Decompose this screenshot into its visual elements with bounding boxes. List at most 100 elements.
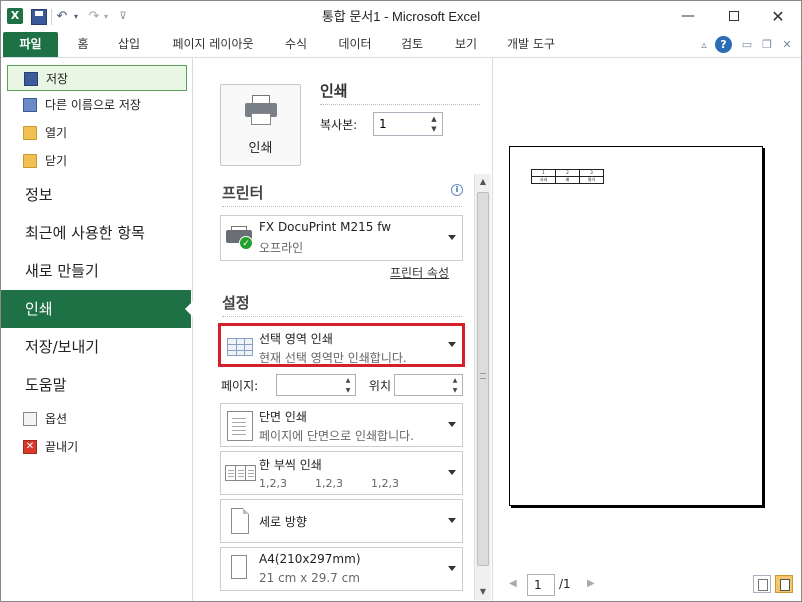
- maximize-button[interactable]: [711, 1, 757, 32]
- nav-open[interactable]: 열기: [7, 120, 187, 146]
- exit-icon: ✕: [23, 440, 37, 454]
- collate-dropdown[interactable]: 한 부씩 인쇄 1,2,3 1,2,3 1,2,3: [220, 451, 463, 495]
- pages-to-label: 위치: [368, 379, 391, 393]
- pages-from-stepper[interactable]: ▲ ▼: [276, 374, 356, 396]
- nav-options-label: 옵션: [45, 412, 68, 426]
- sides-arrow-icon: [448, 422, 456, 427]
- printer-dropdown[interactable]: ✓ FX DocuPrint M215 fw 오프라인: [220, 215, 463, 261]
- copies-input[interactable]: [374, 113, 426, 135]
- excel-window: X ↶ ▾ ↷ ▾ ⊽ 통합 문서1 - Microsoft Excel — ✕…: [0, 0, 802, 602]
- portrait-page-icon: [231, 508, 249, 534]
- tab-home[interactable]: 홈: [73, 32, 93, 57]
- printer-info-icon[interactable]: i: [451, 184, 463, 196]
- print-heading: 인쇄: [320, 82, 348, 100]
- orientation-dropdown[interactable]: 세로 방향: [220, 499, 463, 543]
- tab-insert[interactable]: 삽입: [114, 32, 144, 57]
- save-icon: [24, 72, 38, 86]
- sides-main: 단면 인쇄: [259, 410, 307, 424]
- collapse-ribbon-icon[interactable]: ▵: [697, 36, 711, 53]
- tab-view[interactable]: 보기: [451, 32, 481, 57]
- selection-grid-icon: [227, 338, 253, 356]
- close-folder-icon: [23, 154, 37, 168]
- settings-scrollbar[interactable]: ▲ ▼: [474, 174, 491, 600]
- scroll-down-icon[interactable]: ▼: [475, 584, 491, 600]
- nav-close-label: 닫기: [45, 154, 68, 168]
- print-preview: 1 2 3 사과 배 딸기 ◀ 1 /1 ▶: [492, 57, 801, 601]
- pages-to-down-icon[interactable]: ▼: [449, 386, 461, 395]
- copies-up-icon[interactable]: ▲: [428, 114, 440, 124]
- scroll-up-icon[interactable]: ▲: [475, 174, 491, 190]
- pages-label: 페이지:: [221, 379, 259, 393]
- pages-range-row: 페이지: ▲ ▼ 위치 ▲ ▼: [220, 374, 463, 398]
- print-button-label: 인쇄: [248, 141, 273, 156]
- settings-heading: 설정: [222, 294, 250, 312]
- scroll-grip-icon: [480, 373, 486, 379]
- printer-properties-link[interactable]: 프린터 속성: [390, 264, 449, 281]
- current-page-input[interactable]: 1: [527, 574, 555, 596]
- collate-sequence: 1,2,3 1,2,3 1,2,3: [259, 477, 427, 490]
- workbook-restore-icon[interactable]: ❐: [761, 36, 773, 53]
- sides-sub: 페이지에 단면으로 인쇄합니다.: [259, 429, 414, 443]
- next-page-icon[interactable]: ▶: [587, 578, 595, 589]
- minimize-button[interactable]: —: [665, 1, 711, 32]
- help-icon[interactable]: ?: [715, 36, 732, 53]
- print-scope-arrow-icon: [448, 342, 456, 347]
- pages-from-up-icon[interactable]: ▲: [342, 376, 354, 385]
- scroll-thumb[interactable]: [477, 192, 489, 566]
- preview-table: 1 2 3 사과 배 딸기: [531, 169, 604, 184]
- preview-cell: 사과: [531, 176, 556, 184]
- printer-divider: [222, 206, 462, 207]
- nav-exit-label: 끝내기: [45, 440, 79, 454]
- print-button[interactable]: 인쇄: [220, 84, 301, 166]
- workbook-minimize-icon[interactable]: ▭: [741, 36, 753, 53]
- nav-save-send[interactable]: 저장/보내기: [1, 328, 193, 366]
- tab-file[interactable]: 파일: [3, 32, 58, 57]
- tab-formulas[interactable]: 수식: [281, 32, 311, 57]
- printer-heading: 프린터: [222, 184, 264, 202]
- tab-data[interactable]: 데이터: [335, 32, 375, 57]
- pages-to-up-icon[interactable]: ▲: [449, 376, 461, 385]
- printer-name: FX DocuPrint M215 fw: [259, 220, 392, 234]
- close-button[interactable]: ✕: [755, 1, 801, 32]
- copies-down-icon[interactable]: ▼: [428, 124, 440, 134]
- sides-dropdown[interactable]: 단면 인쇄 페이지에 단면으로 인쇄합니다.: [220, 403, 463, 447]
- print-scope-dropdown[interactable]: 선택 영역 인쇄 현재 선택 영역만 인쇄합니다.: [218, 323, 465, 367]
- paper-a4-icon: [231, 555, 247, 579]
- open-folder-icon: [23, 126, 37, 140]
- nav-close[interactable]: 닫기: [7, 148, 187, 174]
- collate-icon: [225, 459, 257, 489]
- copies-stepper[interactable]: ▲ ▼: [373, 112, 443, 136]
- nav-save[interactable]: 저장: [7, 65, 187, 91]
- nav-help[interactable]: 도움말: [1, 366, 193, 404]
- nav-options[interactable]: 옵션: [7, 406, 187, 432]
- backstage-nav: 저장 다른 이름으로 저장 열기 닫기 정보 최근에 사용한 항목 새로 만들기…: [1, 57, 193, 601]
- workbook-close-icon[interactable]: ✕: [781, 36, 793, 53]
- nav-exit[interactable]: ✕ 끝내기: [7, 434, 187, 460]
- preview-cell: 딸기: [579, 176, 604, 184]
- preview-cell: 3: [579, 169, 604, 177]
- maximize-icon: [729, 11, 739, 21]
- collate-arrow-icon: [448, 470, 456, 475]
- nav-new[interactable]: 새로 만들기: [1, 252, 193, 290]
- printer-status: 오프라인: [259, 241, 304, 255]
- nav-recent[interactable]: 최근에 사용한 항목: [1, 214, 193, 252]
- zoom-to-page-icon[interactable]: [775, 575, 793, 593]
- tab-review[interactable]: 검토: [397, 32, 427, 57]
- printer-dropdown-arrow-icon: [448, 235, 456, 240]
- nav-info[interactable]: 정보: [1, 176, 193, 214]
- pages-to-stepper[interactable]: ▲ ▼: [394, 374, 463, 396]
- nav-save-as[interactable]: 다른 이름으로 저장: [7, 92, 187, 118]
- ribbon-tabs: 파일 홈 삽입 페이지 레이아웃 수식 데이터 검토 보기 개발 도구 ▵ ? …: [1, 32, 801, 57]
- tab-page-layout[interactable]: 페이지 레이아웃: [167, 32, 259, 57]
- collate-main: 한 부씩 인쇄: [259, 458, 322, 472]
- orientation-main: 세로 방향: [259, 515, 307, 529]
- pages-from-down-icon[interactable]: ▼: [342, 386, 354, 395]
- collate-seq-2: 1,2,3: [315, 477, 343, 490]
- tab-developer[interactable]: 개발 도구: [503, 32, 559, 57]
- nav-print[interactable]: 인쇄: [1, 290, 193, 328]
- show-margins-icon[interactable]: [753, 575, 771, 593]
- paper-main: A4(210x297mm): [259, 552, 361, 566]
- paper-size-dropdown[interactable]: A4(210x297mm) 21 cm x 29.7 cm: [220, 547, 463, 591]
- prev-page-icon[interactable]: ◀: [509, 578, 517, 589]
- printer-icon: [245, 95, 277, 125]
